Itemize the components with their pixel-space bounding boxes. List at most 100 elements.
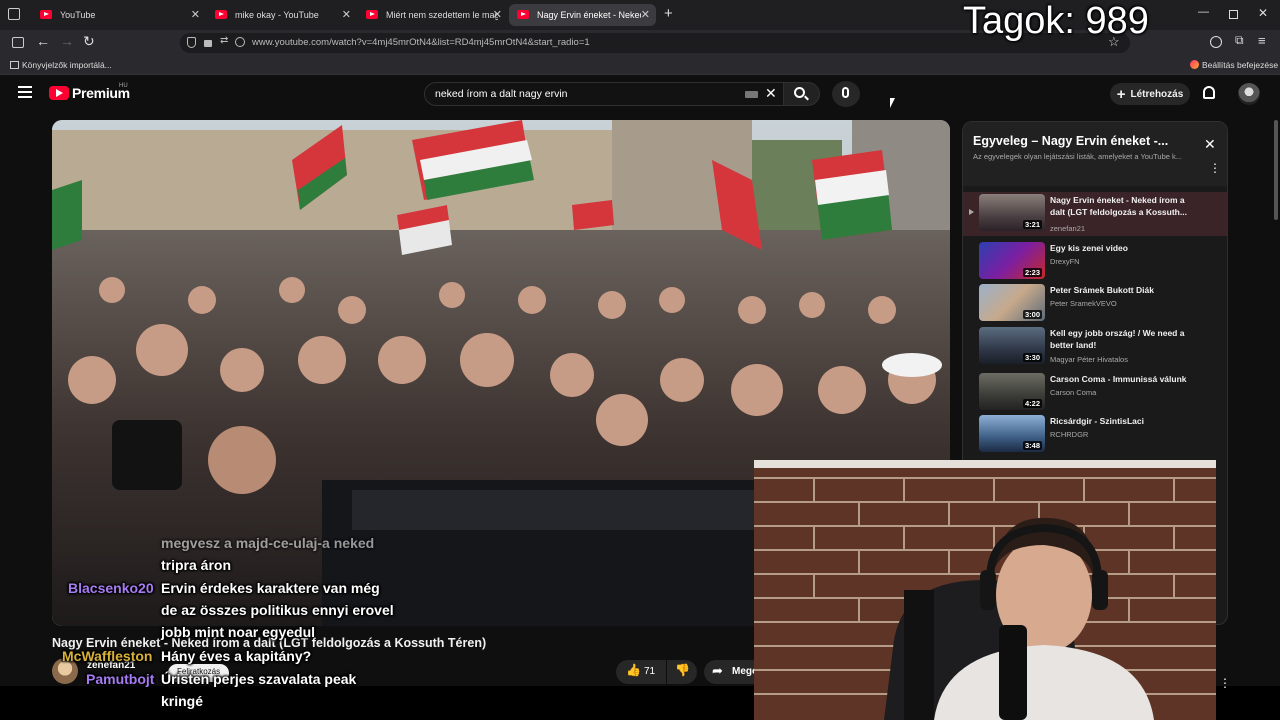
- playlist-item[interactable]: 3:21 Nagy Ervin éneket - Neked írom a da…: [963, 192, 1227, 236]
- forward-icon[interactable]: →: [60, 33, 74, 49]
- chat-message: jobb mint noar egyedul: [161, 624, 316, 640]
- playlist-item[interactable]: 3:48 Ricsárdgir - SzintisLaci RCHRDGR: [963, 413, 1227, 457]
- search-button[interactable]: [784, 82, 820, 106]
- thumbs-up-icon: 👍: [626, 663, 641, 677]
- chat-message: tripra áron: [161, 557, 232, 573]
- plus-icon: +: [1116, 85, 1126, 103]
- close-tab-icon[interactable]: ✕: [342, 8, 351, 21]
- voice-search-button[interactable]: [832, 81, 860, 107]
- reload-icon[interactable]: ↻: [83, 33, 95, 50]
- playlist-item-channel: RCHRDGR: [1050, 430, 1089, 439]
- clear-search-icon[interactable]: ✕: [765, 85, 777, 102]
- playlist-item-title: Nagy Ervin éneket - Neked írom a dalt (L…: [1050, 195, 1187, 217]
- extensions-icon[interactable]: ⧉: [1235, 33, 1244, 48]
- create-button[interactable]: + Létrehozás: [1110, 83, 1190, 105]
- youtube-favicon-icon: [517, 10, 529, 19]
- bookmarks-bar: Könyvjelzők importálá... Beállítás befej…: [0, 56, 1280, 75]
- youtube-logo-icon: [49, 86, 69, 100]
- mouse-cursor-icon: [890, 98, 895, 108]
- search-icon-handle: [804, 95, 809, 101]
- youtube-favicon-icon: [40, 10, 52, 19]
- close-tab-icon[interactable]: ✕: [191, 8, 200, 21]
- chat-message: de az összes politikus ennyi erovel: [161, 602, 394, 618]
- playlist-item[interactable]: 4:22 Carson Coma - Immunissá válunk Cars…: [963, 371, 1227, 415]
- playlist-thumbnail: 3:00: [979, 284, 1045, 321]
- import-icon: [10, 61, 19, 69]
- chat-message: Ervin érdekes karaktere van még: [161, 580, 380, 596]
- menu-icon[interactable]: ≡: [1258, 33, 1266, 48]
- chat-message: Úristen perjes szavalata peak: [161, 671, 357, 687]
- tab-label: YouTube: [60, 10, 96, 20]
- bookmarks-import-link[interactable]: Könyvjelzők importálá...: [10, 60, 112, 70]
- page-scrollbar[interactable]: [1274, 120, 1278, 220]
- sidebar-toggle-icon[interactable]: [12, 37, 24, 48]
- back-icon[interactable]: ←: [36, 33, 50, 49]
- close-tab-icon[interactable]: ✕: [493, 8, 502, 21]
- like-button[interactable]: 👍 71: [616, 660, 666, 684]
- url-text[interactable]: www.youtube.com/watch?v=4mj45mrOtN4&list…: [252, 37, 590, 48]
- webcam-overlay: [754, 460, 1216, 720]
- youtube-favicon-icon: [366, 10, 378, 19]
- maximize-icon[interactable]: [1229, 10, 1238, 19]
- more-options-icon[interactable]: ⋮: [1209, 162, 1221, 174]
- playlist-header: Egyveleg – Nagy Ervin éneket -... Az egy…: [963, 122, 1227, 186]
- chat-message: megvesz a majd-ce-ulaj-a neked: [161, 535, 375, 551]
- playlist-item[interactable]: 3:00 Peter Srámek Bukott Diák Peter Sram…: [963, 282, 1227, 326]
- search-box[interactable]: neked írom a dalt nagy ervin ✕: [424, 82, 784, 106]
- playlist-item-title: Ricsárdgir - SzintisLaci: [1050, 416, 1144, 426]
- setup-finish-link[interactable]: Beállítás befejezése: [1190, 60, 1278, 70]
- playlist-item[interactable]: 3:30 Kell egy jobb ország! / We need a b…: [963, 325, 1227, 369]
- dislike-button[interactable]: 👎: [667, 660, 697, 684]
- new-tab-icon[interactable]: +: [664, 5, 673, 22]
- avatar[interactable]: [1238, 83, 1260, 105]
- duration-badge: 4:22: [1022, 399, 1042, 408]
- playlist-item[interactable]: 2:23 Egy kis zenei video DrexyFN: [963, 240, 1227, 284]
- account-icon[interactable]: [1210, 36, 1222, 48]
- like-count: 71: [644, 666, 656, 677]
- hamburger-menu-icon[interactable]: [18, 86, 32, 98]
- video-more-options-icon[interactable]: ⋮: [1219, 676, 1231, 690]
- microphone-icon: [842, 87, 849, 98]
- playlist-thumbnail: 3:21: [979, 194, 1045, 231]
- duration-badge: 3:30: [1022, 353, 1042, 362]
- playlist-thumbnail: 3:48: [979, 415, 1045, 452]
- youtube-header: Premium HU neked írom a dalt nagy ervin …: [0, 76, 1280, 112]
- microphone-shape: [999, 625, 1027, 720]
- tab-list-icon[interactable]: [8, 8, 20, 20]
- tab-mike-okay[interactable]: mike okay - YouTube ✕: [207, 4, 357, 26]
- tracking-icon[interactable]: [235, 37, 245, 47]
- notifications-bell-icon[interactable]: [1203, 86, 1215, 99]
- close-window-icon[interactable]: ✕: [1258, 6, 1268, 20]
- thumbs-down-icon: 👎: [675, 663, 690, 677]
- playlist-thumbnail: 2:23: [979, 242, 1045, 279]
- playlist-item-channel: DrexyFN: [1050, 257, 1080, 266]
- chat-username: McWaffleston: [62, 648, 153, 664]
- share-icon: ➦: [712, 663, 723, 678]
- create-label: Létrehozás: [1130, 88, 1184, 100]
- playlist-title[interactable]: Egyveleg – Nagy Ervin éneket -...: [973, 134, 1168, 148]
- tab-label: Nagy Ervin éneket - Neked írom: [537, 10, 641, 20]
- playlist-item-title: Egy kis zenei video: [1050, 243, 1128, 253]
- lock-icon[interactable]: [204, 40, 212, 47]
- playlist-item-channel: zenefan21: [1050, 224, 1086, 233]
- chat-message: Hány éves a kapitány?: [161, 648, 312, 664]
- minimize-icon[interactable]: —: [1198, 6, 1209, 18]
- tab-label: mike okay - YouTube: [235, 10, 319, 20]
- playlist-thumbnail: 4:22: [979, 373, 1045, 410]
- setup-icon: [1190, 60, 1199, 69]
- permissions-icon[interactable]: ⇄: [220, 35, 228, 46]
- tab-youtube[interactable]: YouTube ✕: [32, 4, 206, 26]
- tab-miert-nem[interactable]: Miért nem szedettem le magam ✕: [358, 4, 508, 26]
- playlist-subtitle: Az egyvelegek olyan lejátszási listák, a…: [973, 152, 1183, 161]
- chat-username: Pamutbojt: [86, 671, 155, 687]
- close-tab-icon[interactable]: ✕: [641, 8, 650, 21]
- logo-region: HU: [119, 83, 128, 89]
- duration-badge: 2:23: [1022, 268, 1042, 277]
- chat-username: Blacsenko20: [68, 580, 154, 596]
- playlist-item-channel: Peter SramekVEVO: [1050, 299, 1117, 308]
- shield-icon[interactable]: [187, 37, 196, 48]
- tab-nagy-ervin[interactable]: Nagy Ervin éneket - Neked írom ✕: [509, 4, 656, 26]
- keyboard-icon[interactable]: [745, 91, 758, 98]
- close-playlist-icon[interactable]: ✕: [1204, 136, 1216, 153]
- search-input[interactable]: neked írom a dalt nagy ervin: [435, 88, 568, 100]
